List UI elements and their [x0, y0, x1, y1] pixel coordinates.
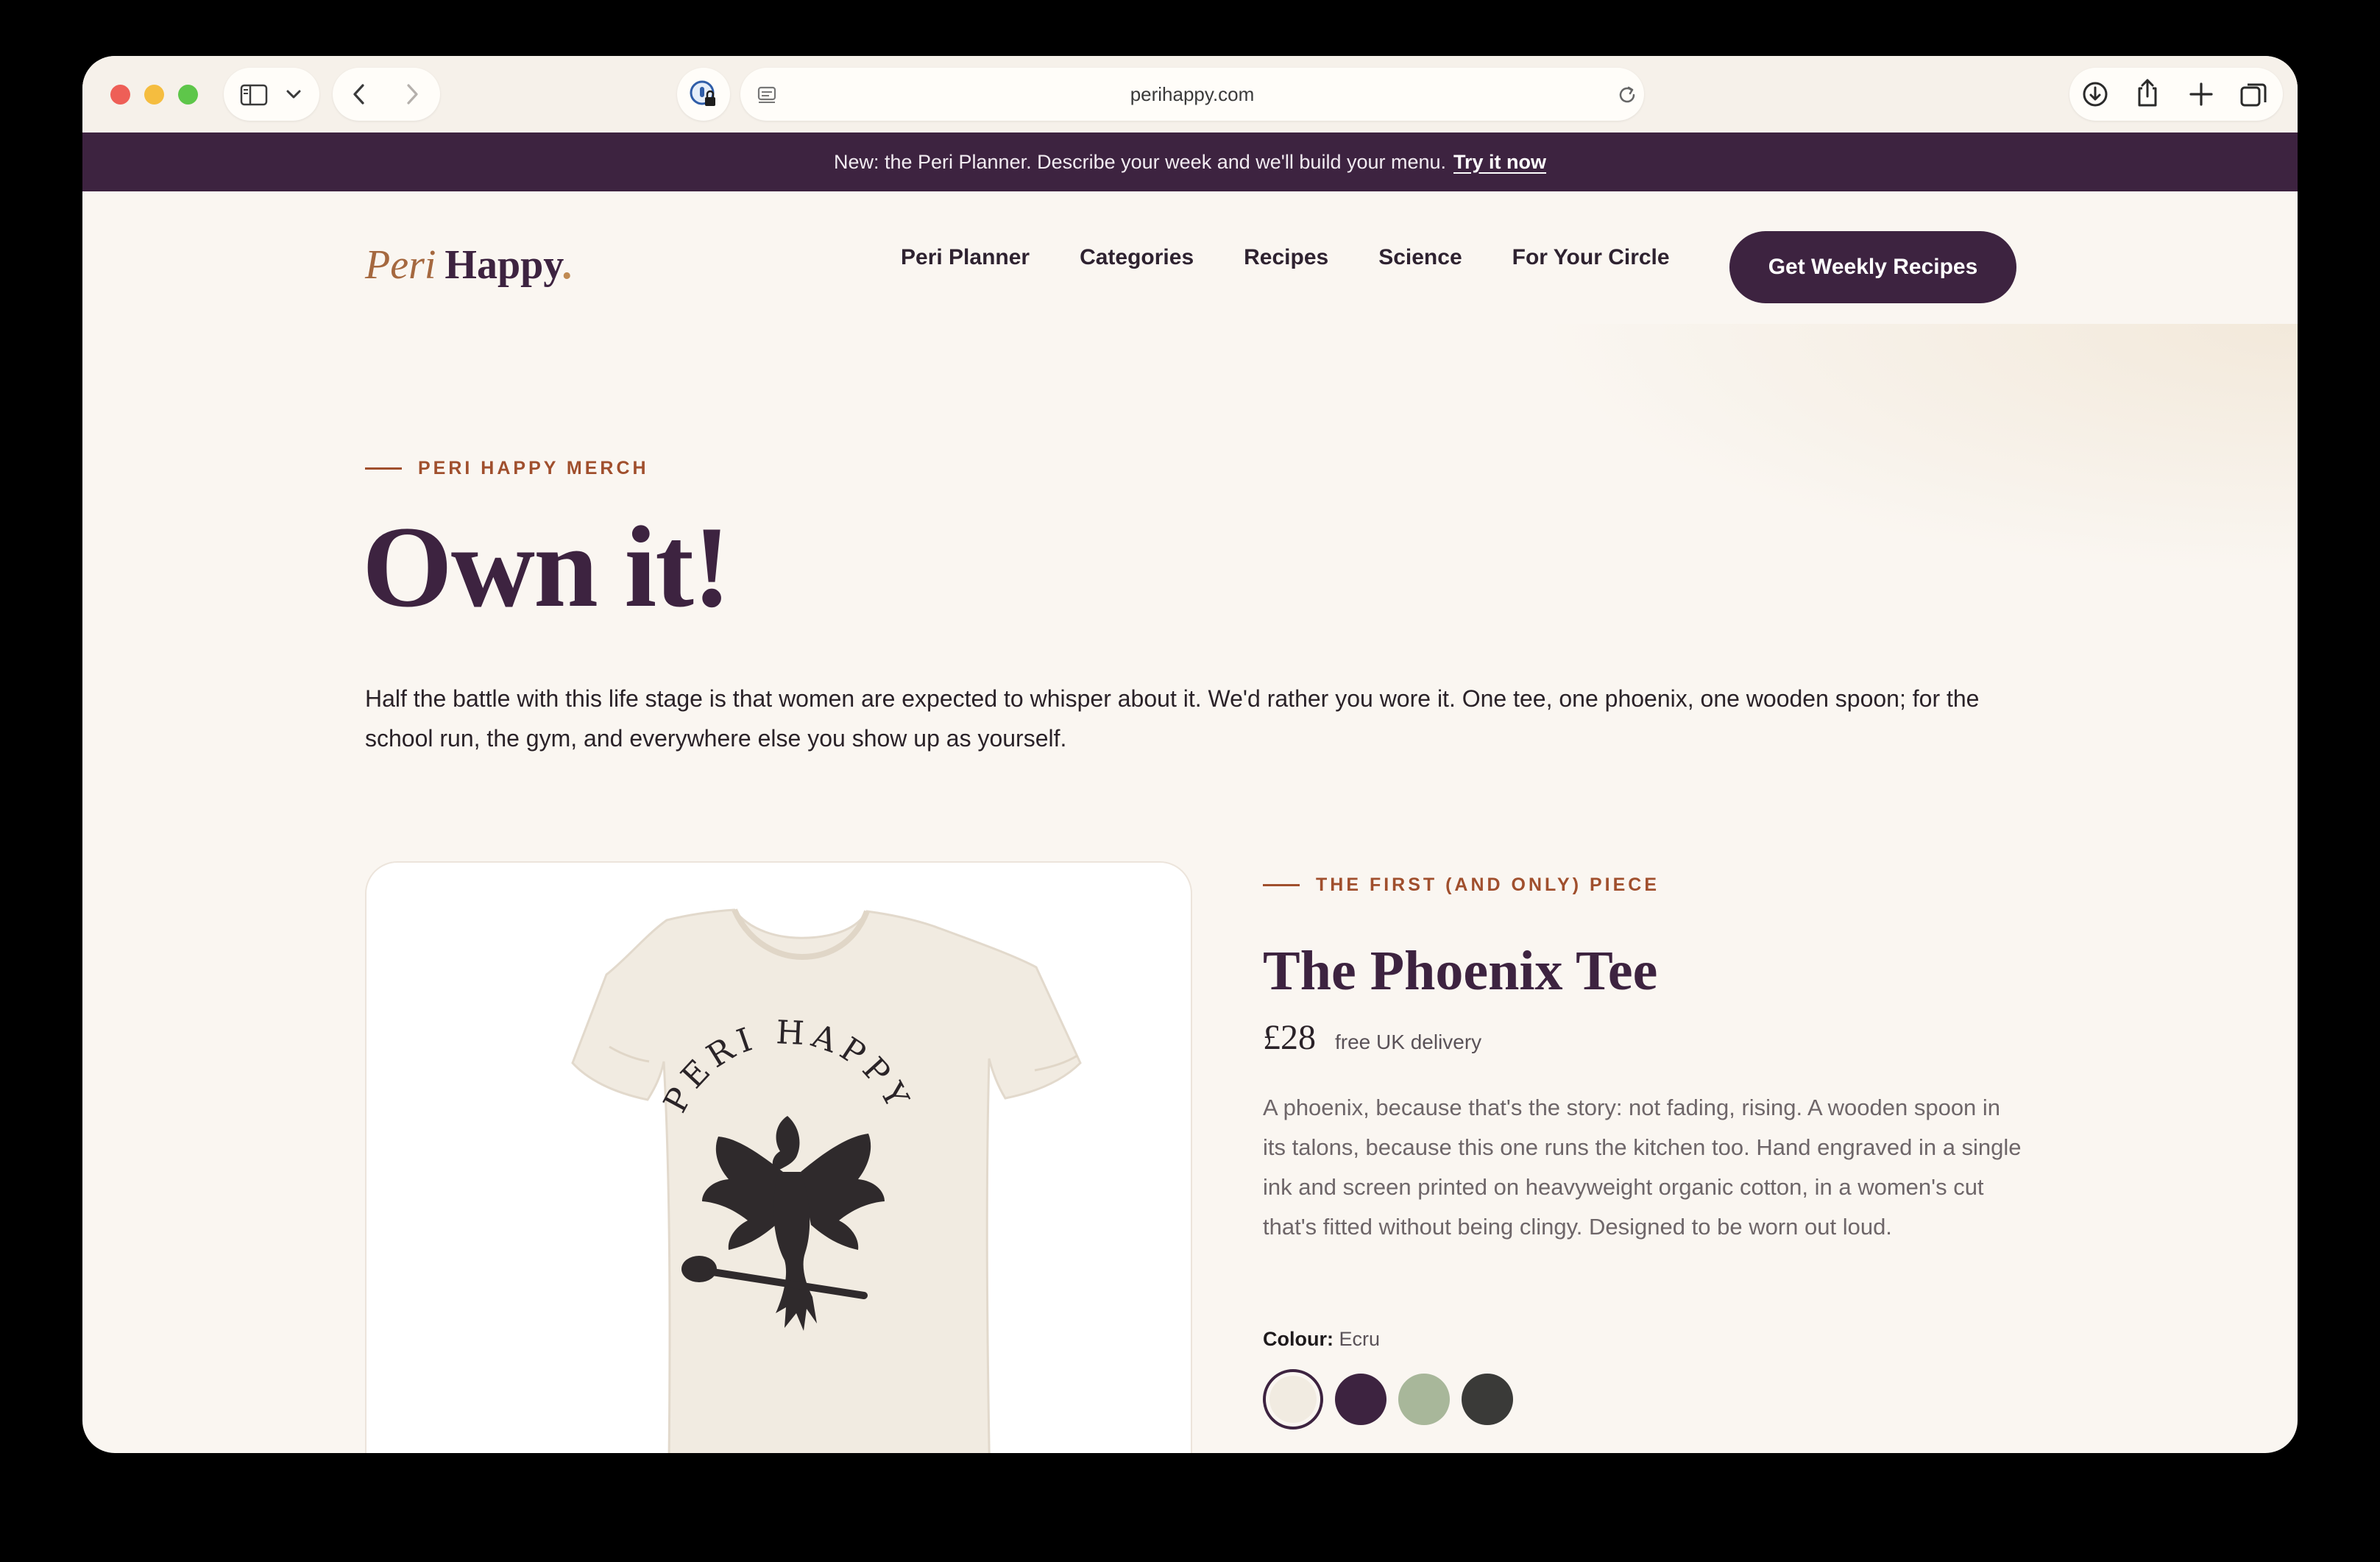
password-extension-button[interactable] — [677, 68, 730, 121]
page-title: Own it! — [362, 503, 731, 632]
announcement-bar: New: the Peri Planner. Describe your wee… — [82, 132, 2298, 191]
nav-recipes[interactable]: Recipes — [1244, 245, 1328, 270]
hero-eyebrow-text: PERI HAPPY MERCH — [418, 458, 649, 478]
delivery-note: free UK delivery — [1335, 1031, 1482, 1053]
nav-categories[interactable]: Categories — [1080, 245, 1194, 270]
swatch-charcoal[interactable] — [1462, 1374, 1513, 1425]
announcement-text: New: the Peri Planner. Describe your wee… — [833, 150, 1447, 173]
tabs-overview-icon[interactable] — [2239, 80, 2268, 110]
nav-peri-planner[interactable]: Peri Planner — [901, 245, 1030, 270]
announcement-link[interactable]: Try it now — [1453, 151, 1546, 174]
swatch-sage[interactable] — [1398, 1374, 1450, 1425]
eyebrow-rule — [1263, 884, 1300, 886]
swatch-ecru[interactable] — [1263, 1369, 1323, 1430]
product-eyebrow-text: THE FIRST (AND ONLY) PIECE — [1316, 874, 1660, 895]
colour-swatches — [1263, 1369, 1513, 1430]
url-text[interactable]: perihappy.com — [740, 68, 1644, 121]
sidebar-toggle-button[interactable] — [224, 68, 319, 121]
main-nav: Peri Planner Categories Recipes Science … — [901, 191, 1720, 324]
logo-dot: . — [562, 242, 573, 288]
swatch-plum[interactable] — [1335, 1374, 1386, 1425]
minimize-window-button[interactable] — [144, 85, 164, 105]
back-icon[interactable] — [350, 82, 368, 106]
share-icon[interactable] — [2134, 77, 2161, 108]
logo-peri: Peri — [365, 242, 436, 288]
close-window-button[interactable] — [110, 85, 130, 105]
colour-label-heading: Colour: — [1263, 1328, 1334, 1350]
toolbar-actions — [2069, 68, 2283, 121]
browser-window: perihappy.com New: the Peri Planner. Des… — [82, 56, 2298, 1453]
chevron-down-icon[interactable] — [286, 88, 302, 100]
eyebrow-rule — [365, 467, 402, 470]
hero-lead: Half the battle with this life stage is … — [365, 685, 1980, 752]
nav-for-your-circle[interactable]: For Your Circle — [1512, 245, 1670, 270]
product-eyebrow: THE FIRST (AND ONLY) PIECE — [1263, 874, 1660, 896]
site-logo[interactable]: Peri Happy. — [365, 241, 572, 289]
browser-toolbar: perihappy.com — [82, 56, 2298, 132]
download-icon[interactable] — [2081, 80, 2109, 108]
background-glow — [1407, 324, 2298, 618]
product-price: £28 — [1263, 1018, 1316, 1057]
zoom-window-button[interactable] — [178, 85, 198, 105]
product-title: The Phoenix Tee — [1263, 940, 1658, 1002]
new-tab-icon[interactable] — [2189, 82, 2214, 107]
price-row: £28 free UK delivery — [1263, 1017, 1481, 1058]
forward-icon[interactable] — [403, 82, 421, 106]
logo-happy: Happy — [445, 242, 562, 288]
tshirt-image: PERI HAPPY — [571, 908, 1082, 1453]
colour-selected-value: Ecru — [1339, 1328, 1381, 1350]
get-weekly-recipes-button[interactable]: Get Weekly Recipes — [1729, 231, 2016, 303]
product-image-card[interactable]: PERI HAPPY — [365, 861, 1192, 1453]
colour-label: Colour: Ecru — [1263, 1328, 1380, 1351]
address-bar[interactable]: perihappy.com — [740, 68, 1644, 121]
reload-icon[interactable] — [1616, 84, 1638, 106]
history-nav — [333, 68, 440, 121]
site-header: Peri Happy. Peri Planner Categories Recip… — [82, 191, 2298, 324]
password-lock-icon — [690, 80, 715, 106]
product-description: A phoenix, because that's the story: not… — [1263, 1095, 2022, 1240]
sidebar-icon — [240, 84, 268, 106]
nav-science[interactable]: Science — [1378, 245, 1462, 270]
hero-eyebrow: PERI HAPPY MERCH — [365, 458, 649, 479]
swatch-ecru-fill — [1269, 1376, 1317, 1423]
